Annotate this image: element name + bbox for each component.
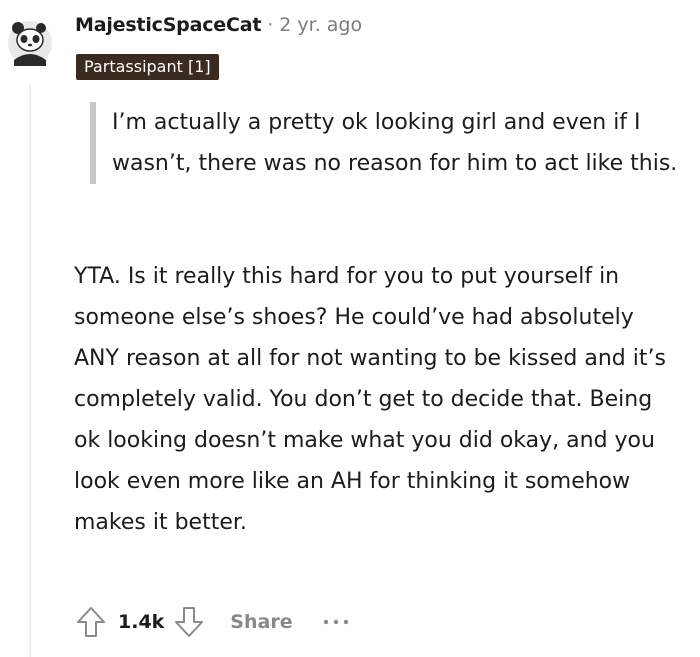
panda-avatar-icon: [8, 21, 52, 66]
vote-score: 1.4k: [118, 611, 165, 633]
downvote-arrow-icon: [175, 607, 204, 637]
share-button[interactable]: Share: [230, 611, 292, 633]
comment-body: YTA. Is it really this hard for you to p…: [74, 256, 684, 543]
upvote-arrow-icon: [77, 607, 105, 637]
user-flair: Partassipant [1]: [76, 54, 219, 80]
upvote-button[interactable]: [72, 600, 110, 644]
comment-header: MajesticSpaceCat · 2 yr. ago: [75, 10, 362, 40]
username-link[interactable]: MajesticSpaceCat: [75, 14, 261, 36]
quoted-text: I’m actually a pretty ok looking girl an…: [90, 102, 682, 184]
more-options-icon: [323, 619, 348, 625]
comment-body-paragraph: YTA. Is it really this hard for you to p…: [74, 264, 666, 535]
downvote-button[interactable]: [170, 600, 208, 644]
timestamp[interactable]: 2 yr. ago: [279, 14, 362, 36]
thread-line[interactable]: [29, 84, 31, 657]
more-options-button[interactable]: [319, 610, 353, 634]
avatar[interactable]: [4, 16, 56, 68]
comment-actions: 1.4k Share: [72, 600, 353, 644]
separator-dot: ·: [267, 14, 274, 36]
